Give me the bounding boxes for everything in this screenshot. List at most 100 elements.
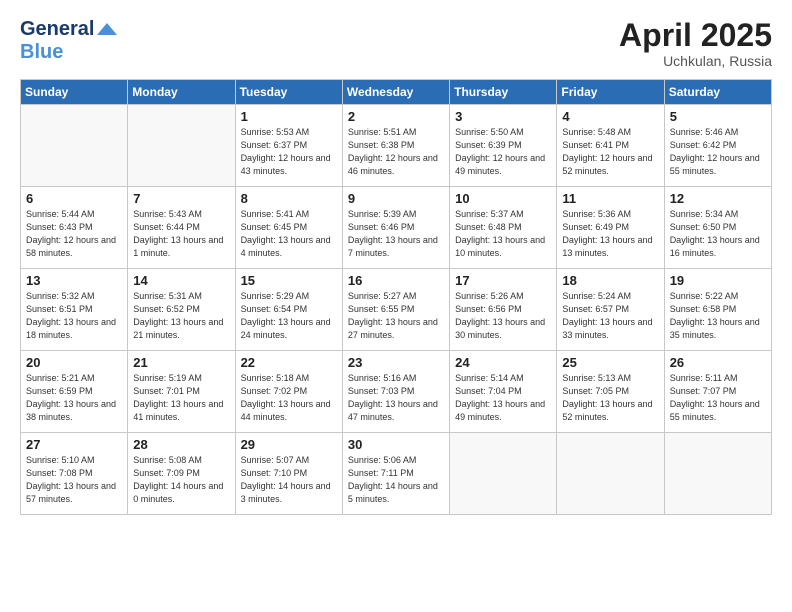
calendar-table: SundayMondayTuesdayWednesdayThursdayFrid… (20, 79, 772, 515)
day-number: 1 (241, 109, 337, 124)
header: General Blue April 2025 Uchkulan, Russia (20, 18, 772, 69)
day-detail: Sunrise: 5:26 AM Sunset: 6:56 PM Dayligh… (455, 290, 551, 342)
day-number: 28 (133, 437, 229, 452)
day-cell (21, 105, 128, 187)
day-number: 25 (562, 355, 658, 370)
day-detail: Sunrise: 5:06 AM Sunset: 7:11 PM Dayligh… (348, 454, 444, 506)
day-cell: 15 Sunrise: 5:29 AM Sunset: 6:54 PM Dayli… (235, 269, 342, 351)
day-cell: 22 Sunrise: 5:18 AM Sunset: 7:02 PM Dayli… (235, 351, 342, 433)
day-number: 16 (348, 273, 444, 288)
location: Uchkulan, Russia (619, 53, 772, 69)
logo-blue-text: Blue (20, 41, 63, 63)
day-cell: 1 Sunrise: 5:53 AM Sunset: 6:37 PM Daylig… (235, 105, 342, 187)
day-detail: Sunrise: 5:53 AM Sunset: 6:37 PM Dayligh… (241, 126, 337, 178)
day-cell (128, 105, 235, 187)
day-number: 6 (26, 191, 122, 206)
day-number: 19 (670, 273, 766, 288)
day-number: 8 (241, 191, 337, 206)
day-number: 14 (133, 273, 229, 288)
day-detail: Sunrise: 5:50 AM Sunset: 6:39 PM Dayligh… (455, 126, 551, 178)
day-cell: 24 Sunrise: 5:14 AM Sunset: 7:04 PM Dayli… (450, 351, 557, 433)
day-cell: 9 Sunrise: 5:39 AM Sunset: 6:46 PM Daylig… (342, 187, 449, 269)
day-number: 20 (26, 355, 122, 370)
day-number: 10 (455, 191, 551, 206)
week-row-5: 27Sunrise: 5:10 AM Sunset: 7:08 PM Dayli… (21, 433, 772, 515)
day-detail: Sunrise: 5:22 AM Sunset: 6:58 PM Dayligh… (670, 290, 766, 342)
day-detail: Sunrise: 5:32 AM Sunset: 6:51 PM Dayligh… (26, 290, 122, 342)
weekday-sunday: Sunday (21, 80, 128, 105)
day-detail: Sunrise: 5:14 AM Sunset: 7:04 PM Dayligh… (455, 372, 551, 424)
day-cell: 18 Sunrise: 5:24 AM Sunset: 6:57 PM Dayli… (557, 269, 664, 351)
page: General Blue April 2025 Uchkulan, Russia… (0, 0, 792, 612)
day-detail: Sunrise: 5:46 AM Sunset: 6:42 PM Dayligh… (670, 126, 766, 178)
day-cell (450, 433, 557, 515)
weekday-tuesday: Tuesday (235, 80, 342, 105)
day-number: 9 (348, 191, 444, 206)
month-year: April 2025 (619, 18, 772, 53)
day-number: 21 (133, 355, 229, 370)
day-number: 15 (241, 273, 337, 288)
day-cell (664, 433, 771, 515)
day-cell: 13 Sunrise: 5:32 AM Sunset: 6:51 PM Dayli… (21, 269, 128, 351)
day-cell: 29Sunrise: 5:07 AM Sunset: 7:10 PM Dayli… (235, 433, 342, 515)
day-cell: 25 Sunrise: 5:13 AM Sunset: 7:05 PM Dayli… (557, 351, 664, 433)
day-detail: Sunrise: 5:07 AM Sunset: 7:10 PM Dayligh… (241, 454, 337, 506)
day-detail: Sunrise: 5:44 AM Sunset: 6:43 PM Dayligh… (26, 208, 122, 260)
day-detail: Sunrise: 5:39 AM Sunset: 6:46 PM Dayligh… (348, 208, 444, 260)
logo-text: General (20, 18, 117, 41)
day-detail: Sunrise: 5:24 AM Sunset: 6:57 PM Dayligh… (562, 290, 658, 342)
day-detail: Sunrise: 5:16 AM Sunset: 7:03 PM Dayligh… (348, 372, 444, 424)
day-number: 26 (670, 355, 766, 370)
weekday-thursday: Thursday (450, 80, 557, 105)
day-cell: 20 Sunrise: 5:21 AM Sunset: 6:59 PM Dayli… (21, 351, 128, 433)
day-cell: 10Sunrise: 5:37 AM Sunset: 6:48 PM Dayli… (450, 187, 557, 269)
day-number: 3 (455, 109, 551, 124)
day-detail: Sunrise: 5:11 AM Sunset: 7:07 PM Dayligh… (670, 372, 766, 424)
day-cell: 30 Sunrise: 5:06 AM Sunset: 7:11 PM Dayli… (342, 433, 449, 515)
week-row-2: 6 Sunrise: 5:44 AM Sunset: 6:43 PM Daylig… (21, 187, 772, 269)
day-cell: 21 Sunrise: 5:19 AM Sunset: 7:01 PM Dayli… (128, 351, 235, 433)
day-detail: Sunrise: 5:29 AM Sunset: 6:54 PM Dayligh… (241, 290, 337, 342)
day-detail: Sunrise: 5:19 AM Sunset: 7:01 PM Dayligh… (133, 372, 229, 424)
day-cell: 7Sunrise: 5:43 AM Sunset: 6:44 PM Daylig… (128, 187, 235, 269)
day-cell: 4 Sunrise: 5:48 AM Sunset: 6:41 PM Daylig… (557, 105, 664, 187)
day-cell: 17 Sunrise: 5:26 AM Sunset: 6:56 PM Dayli… (450, 269, 557, 351)
day-detail: Sunrise: 5:10 AM Sunset: 7:08 PM Dayligh… (26, 454, 122, 506)
day-detail: Sunrise: 5:36 AM Sunset: 6:49 PM Dayligh… (562, 208, 658, 260)
day-cell: 5Sunrise: 5:46 AM Sunset: 6:42 PM Daylig… (664, 105, 771, 187)
day-cell: 26 Sunrise: 5:11 AM Sunset: 7:07 PM Dayli… (664, 351, 771, 433)
day-detail: Sunrise: 5:31 AM Sunset: 6:52 PM Dayligh… (133, 290, 229, 342)
week-row-3: 13 Sunrise: 5:32 AM Sunset: 6:51 PM Dayli… (21, 269, 772, 351)
day-number: 17 (455, 273, 551, 288)
logo: General Blue (20, 18, 117, 63)
day-cell: 12Sunrise: 5:34 AM Sunset: 6:50 PM Dayli… (664, 187, 771, 269)
day-number: 2 (348, 109, 444, 124)
day-detail: Sunrise: 5:18 AM Sunset: 7:02 PM Dayligh… (241, 372, 337, 424)
day-detail: Sunrise: 5:08 AM Sunset: 7:09 PM Dayligh… (133, 454, 229, 506)
weekday-header-row: SundayMondayTuesdayWednesdayThursdayFrid… (21, 80, 772, 105)
day-cell: 19 Sunrise: 5:22 AM Sunset: 6:58 PM Dayli… (664, 269, 771, 351)
day-cell: 27Sunrise: 5:10 AM Sunset: 7:08 PM Dayli… (21, 433, 128, 515)
weekday-friday: Friday (557, 80, 664, 105)
day-detail: Sunrise: 5:48 AM Sunset: 6:41 PM Dayligh… (562, 126, 658, 178)
day-cell: 28 Sunrise: 5:08 AM Sunset: 7:09 PM Dayli… (128, 433, 235, 515)
day-detail: Sunrise: 5:21 AM Sunset: 6:59 PM Dayligh… (26, 372, 122, 424)
day-number: 18 (562, 273, 658, 288)
week-row-1: 1 Sunrise: 5:53 AM Sunset: 6:37 PM Daylig… (21, 105, 772, 187)
weekday-wednesday: Wednesday (342, 80, 449, 105)
day-detail: Sunrise: 5:13 AM Sunset: 7:05 PM Dayligh… (562, 372, 658, 424)
weekday-monday: Monday (128, 80, 235, 105)
day-cell: 8Sunrise: 5:41 AM Sunset: 6:45 PM Daylig… (235, 187, 342, 269)
day-cell (557, 433, 664, 515)
logo-general: General (20, 18, 94, 40)
day-cell: 3 Sunrise: 5:50 AM Sunset: 6:39 PM Daylig… (450, 105, 557, 187)
week-row-4: 20 Sunrise: 5:21 AM Sunset: 6:59 PM Dayli… (21, 351, 772, 433)
day-number: 22 (241, 355, 337, 370)
weekday-saturday: Saturday (664, 80, 771, 105)
day-cell: 14 Sunrise: 5:31 AM Sunset: 6:52 PM Dayli… (128, 269, 235, 351)
day-number: 13 (26, 273, 122, 288)
day-number: 24 (455, 355, 551, 370)
day-number: 4 (562, 109, 658, 124)
day-number: 7 (133, 191, 229, 206)
day-number: 30 (348, 437, 444, 452)
